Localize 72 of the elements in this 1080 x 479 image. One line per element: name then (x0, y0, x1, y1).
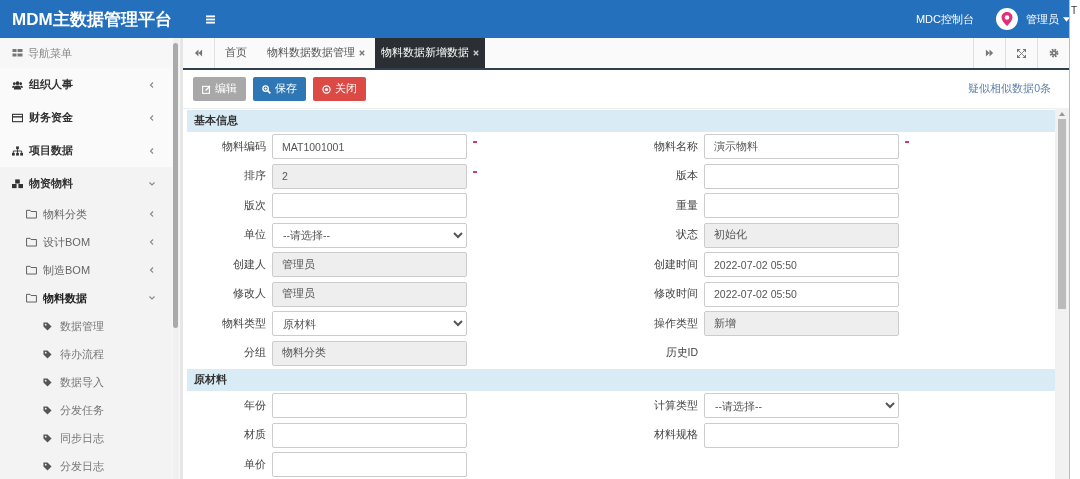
user-menu[interactable]: 管理员 (1026, 11, 1070, 27)
text-field[interactable]: 物料分类 (272, 340, 467, 366)
nav-label: 组织人事 (29, 77, 74, 92)
field-label: 计算类型 (653, 398, 698, 413)
nav-item[interactable]: 数据导入 (0, 368, 172, 396)
nav-item[interactable]: 数据管理 (0, 312, 172, 340)
nav-label: 数据导入 (60, 374, 105, 390)
nav-item[interactable]: 待办流程 (0, 340, 172, 368)
dropdown[interactable]: 原材料 (272, 311, 467, 337)
field-label: 物料类型 (221, 316, 266, 331)
nav-label: 财务资金 (29, 110, 74, 125)
section-title: 基本信息 (194, 114, 238, 128)
text-field[interactable]: 管理员 (272, 281, 467, 307)
text-field[interactable]: 2 (272, 163, 467, 189)
save-button[interactable]: 保存 (253, 77, 306, 101)
field-label: 历史ID (664, 346, 698, 361)
field-label: 版次 (243, 198, 266, 213)
field-label: 修改时间 (653, 287, 698, 302)
tab[interactable]: 物料数据新增数据 (375, 38, 485, 68)
nav-label: 物资物料 (29, 176, 74, 191)
field-label: 修改人 (232, 287, 266, 302)
text-field[interactable]: MAT1001001 (272, 134, 467, 160)
nav-item[interactable]: 同步日志 (0, 424, 172, 452)
nav-item[interactable]: 物资物料 (0, 167, 172, 200)
nav-item[interactable]: 设计BOM (0, 228, 172, 256)
text-field[interactable]: 2022-07-02 05:50 (704, 281, 899, 307)
field-label: 物料名称 (653, 139, 698, 154)
text-field[interactable]: 管理员 (272, 252, 467, 278)
tab[interactable]: 首页 (215, 38, 257, 68)
field-label: 单价 (243, 457, 266, 472)
text-field[interactable]: 演示物料 (704, 134, 899, 160)
field-label: 创建时间 (653, 257, 698, 272)
nav-label: 同步日志 (60, 430, 105, 446)
console-link[interactable]: MDC控制台 (915, 11, 974, 27)
dropdown[interactable]: --请选择-- (704, 393, 899, 419)
field-label: 物料编码 (221, 139, 266, 154)
text-field[interactable]: 初始化 (704, 222, 899, 248)
nav-item[interactable]: 分发任务 (0, 396, 172, 424)
nav-item[interactable]: 物料分类 (0, 200, 172, 228)
app-title: MDM主数据管理平台 (12, 8, 173, 31)
dropdown[interactable]: --请选择-- (272, 222, 467, 248)
close-button[interactable]: 关闭 (313, 77, 366, 101)
field-label: 材质 (243, 428, 266, 443)
field-label: 排序 (243, 169, 266, 184)
nav-label: 项目数据 (29, 143, 74, 158)
nav-label: 物料分类 (43, 206, 88, 222)
field-label: 年份 (243, 398, 266, 413)
nav-label: 制造BOM (43, 262, 92, 278)
similar-data-link[interactable]: 疑似相似数据0条 (968, 82, 1051, 96)
nav-heading: 导航菜单 (28, 45, 72, 61)
nav-label: 物料数据 (43, 290, 88, 306)
nav-label: 设计BOM (43, 234, 92, 250)
section-title: 原材料 (194, 373, 227, 387)
nav-label: 数据管理 (60, 318, 105, 334)
field-label: 状态 (675, 228, 698, 243)
text-field[interactable]: 新增 (704, 311, 899, 337)
text-field[interactable]: 2022-07-02 05:50 (704, 252, 899, 278)
field-label: 分组 (243, 346, 266, 361)
field-label: 重量 (675, 198, 698, 213)
nav-item[interactable]: 制造BOM (0, 256, 172, 284)
field-label: 单位 (243, 228, 266, 243)
nav-label: 分发任务 (60, 402, 105, 418)
field-label: 创建人 (232, 257, 266, 272)
edge-text: T (1071, 5, 1079, 16)
field-label: 材料规格 (653, 428, 698, 443)
nav-label: 待办流程 (60, 346, 105, 362)
field-label: 版本 (675, 169, 698, 184)
tab[interactable]: 物料数据数据管理 (257, 38, 375, 68)
nav-item[interactable]: 分发日志 (0, 452, 172, 479)
field-label: 操作类型 (653, 316, 698, 331)
nav-item[interactable]: 物料数据 (0, 284, 172, 312)
nav-label: 分发日志 (60, 458, 105, 474)
